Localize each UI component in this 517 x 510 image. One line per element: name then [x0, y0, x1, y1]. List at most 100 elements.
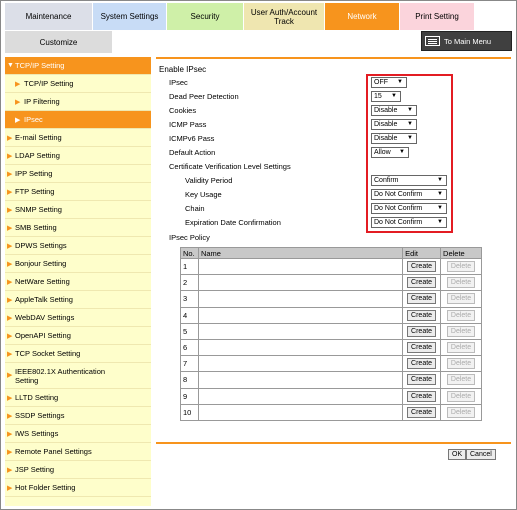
- table-row: 6 Create Delete: [180, 338, 482, 357]
- tab-customize[interactable]: Customize: [5, 31, 112, 53]
- tab-system-settings[interactable]: System Settings: [93, 3, 167, 30]
- delete-cell: Delete: [440, 371, 482, 389]
- sidebar-item[interactable]: ▶ NetWare Setting: [5, 273, 151, 291]
- top-tabs: Maintenance System Settings Security Use…: [5, 3, 475, 30]
- create-button[interactable]: Create: [407, 277, 437, 289]
- delete-button[interactable]: Delete: [446, 358, 476, 370]
- table-row: 1 Create Delete: [180, 257, 482, 276]
- default-action-label: Default Action: [169, 148, 216, 157]
- sidebar-item[interactable]: ▶ IPP Setting: [5, 165, 151, 183]
- expiration-date-select[interactable]: Do Not Confirm ▼: [371, 217, 447, 228]
- sidebar-item[interactable]: ▶ WebDAV Settings: [5, 309, 151, 327]
- create-button[interactable]: Create: [407, 406, 437, 418]
- create-button[interactable]: Create: [407, 325, 437, 337]
- sidebar-item[interactable]: ▶ Bonjour Setting: [5, 255, 151, 273]
- triangle-right-icon: ▶: [7, 206, 13, 214]
- tab-network[interactable]: Network: [325, 3, 400, 30]
- page-frame: Maintenance System Settings Security Use…: [0, 0, 517, 510]
- dead-peer-detection-label: Dead Peer Detection: [169, 92, 239, 101]
- validity-period-select[interactable]: Confirm ▼: [371, 175, 447, 186]
- create-button[interactable]: Create: [407, 390, 437, 402]
- tab-user-auth[interactable]: User Auth/Account Track: [244, 3, 325, 30]
- sidebar-item[interactable]: ▶ LDAP Setting: [5, 147, 151, 165]
- sidebar-item[interactable]: ▶ TCP Socket Setting: [5, 345, 151, 363]
- sidebar-item-label: IPsec: [24, 115, 43, 124]
- create-button[interactable]: Create: [407, 261, 437, 273]
- delete-button[interactable]: Delete: [446, 325, 476, 337]
- sidebar-item[interactable]: ▶ JSP Setting: [5, 461, 151, 479]
- sidebar-item[interactable]: ▶ FTP Setting: [5, 183, 151, 201]
- to-main-menu-button[interactable]: To Main Menu: [421, 31, 512, 51]
- create-button[interactable]: Create: [407, 358, 437, 370]
- delete-button[interactable]: Delete: [446, 374, 476, 386]
- sidebar-item[interactable]: ▶ Remote Panel Settings: [5, 443, 151, 461]
- tab-maintenance[interactable]: Maintenance: [5, 3, 93, 30]
- delete-button[interactable]: Delete: [446, 390, 476, 402]
- policy-name: [197, 403, 404, 421]
- edit-cell: Create: [402, 306, 442, 324]
- sidebar-item-label: TCP/IP Setting: [24, 79, 74, 88]
- chevron-down-icon: ▼: [407, 135, 413, 141]
- sidebar-item[interactable]: ▶ E-mail Setting: [5, 129, 151, 147]
- delete-button[interactable]: Delete: [446, 406, 476, 418]
- delete-button[interactable]: Delete: [446, 261, 476, 273]
- triangle-right-icon: ▶: [7, 260, 13, 268]
- sidebar-item-tcpip[interactable]: ▼ TCP/IP Setting: [5, 57, 151, 75]
- sidebar-item[interactable]: ▶ IWS Settings: [5, 425, 151, 443]
- table-row: 2 Create Delete: [180, 274, 482, 292]
- sidebar-item[interactable]: ▶ LLTD Setting: [5, 389, 151, 407]
- triangle-right-icon: ▶: [7, 134, 13, 142]
- triangle-right-icon: ▶: [7, 448, 13, 456]
- table-row: 4 Create Delete: [180, 306, 482, 324]
- main-content: Enable IPsec IPsec OFF ▼ Dead Peer Detect…: [156, 57, 513, 506]
- delete-button[interactable]: Delete: [446, 293, 476, 305]
- cancel-button[interactable]: Cancel: [466, 449, 496, 460]
- cookies-label: Cookies: [169, 106, 197, 115]
- sidebar-item[interactable]: ▶ AppleTalk Setting: [5, 291, 151, 309]
- triangle-right-icon: ▶: [7, 466, 13, 474]
- sidebar-item[interactable]: ▶ SMB Setting: [5, 219, 151, 237]
- sidebar-item-ieee8021x[interactable]: ▶ IEEE802.1X Authentication Setting: [5, 363, 151, 389]
- ipsec-select[interactable]: OFF ▼: [371, 77, 407, 88]
- sidebar-subitem-ip-filtering[interactable]: ▶ IP Filtering: [5, 93, 151, 111]
- create-button[interactable]: Create: [407, 342, 437, 354]
- delete-button[interactable]: Delete: [446, 277, 476, 289]
- tab-security[interactable]: Security: [167, 3, 244, 30]
- chevron-down-icon: ▼: [407, 107, 413, 113]
- delete-cell: Delete: [440, 257, 482, 276]
- cookies-select[interactable]: Disable ▼: [371, 105, 417, 116]
- triangle-right-icon: ▶: [7, 332, 13, 340]
- triangle-right-icon: ▶: [7, 242, 13, 250]
- delete-cell: Delete: [440, 338, 482, 357]
- ok-button[interactable]: OK: [448, 449, 467, 460]
- create-button[interactable]: Create: [407, 293, 437, 305]
- select-value: Do Not Confirm: [374, 191, 423, 198]
- chain-label: Chain: [185, 204, 205, 213]
- tab-print-setting[interactable]: Print Setting: [400, 3, 475, 30]
- triangle-right-icon: ▶: [7, 314, 13, 322]
- sidebar-item[interactable]: ▶ OpenAPI Setting: [5, 327, 151, 345]
- chain-select[interactable]: Do Not Confirm ▼: [371, 203, 447, 214]
- edit-cell: Create: [402, 355, 442, 373]
- sidebar-item[interactable]: ▶ Hot Folder Setting: [5, 479, 151, 497]
- key-usage-select[interactable]: Do Not Confirm ▼: [371, 189, 447, 200]
- delete-button[interactable]: Delete: [446, 309, 476, 321]
- create-button[interactable]: Create: [407, 309, 437, 321]
- sidebar-item[interactable]: ▶ DPWS Settings: [5, 237, 151, 255]
- sidebar-item[interactable]: ▶ SNMP Setting: [5, 201, 151, 219]
- validity-period-label: Validity Period: [185, 176, 233, 185]
- create-button[interactable]: Create: [407, 374, 437, 386]
- policy-number: 3: [180, 290, 199, 308]
- delete-button[interactable]: Delete: [446, 342, 476, 354]
- icmpv6-pass-select[interactable]: Disable ▼: [371, 133, 417, 144]
- column-header-delete: Delete: [440, 247, 482, 259]
- chevron-down-icon: ▼: [407, 121, 413, 127]
- sidebar-subitem-ipsec[interactable]: ▶ IPsec: [5, 111, 151, 129]
- default-action-select[interactable]: Allow ▼: [371, 147, 409, 158]
- policy-number: 4: [180, 306, 199, 324]
- sidebar-item[interactable]: ▶ SSDP Settings: [5, 407, 151, 425]
- sidebar-subitem-tcpip[interactable]: ▶ TCP/IP Setting: [5, 75, 151, 93]
- sidebar-item-label: AppleTalk Setting: [15, 295, 73, 304]
- dead-peer-detection-select[interactable]: 15 ▼: [371, 91, 401, 102]
- icmp-pass-select[interactable]: Disable ▼: [371, 119, 417, 130]
